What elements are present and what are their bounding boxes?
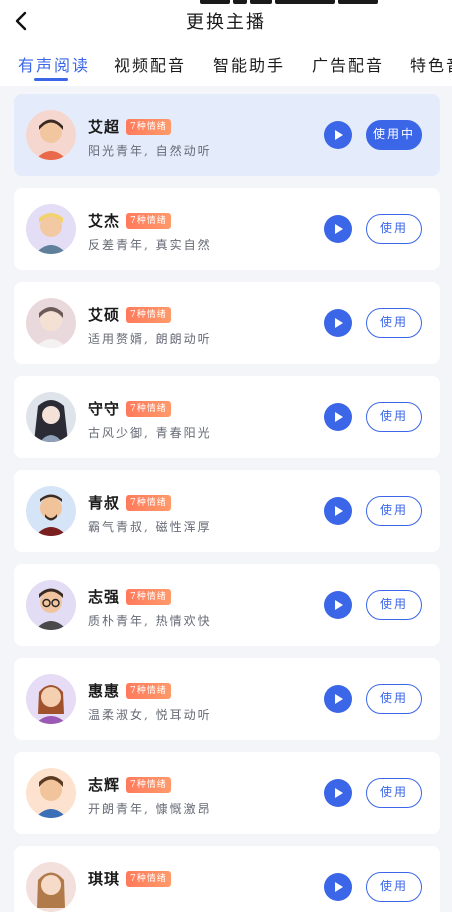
avatar xyxy=(26,486,76,536)
tab-video-dubbing[interactable]: 视频配音 xyxy=(114,52,186,76)
anchor-name: 艾超 xyxy=(88,118,121,136)
play-button[interactable] xyxy=(324,403,352,431)
play-icon xyxy=(335,130,343,140)
avatar xyxy=(26,298,76,348)
use-button[interactable]: 使用 xyxy=(366,590,422,620)
avatar xyxy=(26,204,76,254)
use-button[interactable]: 使用 xyxy=(366,684,422,714)
play-icon xyxy=(335,694,343,704)
anchor-card[interactable]: 志辉 7种情绪 开朗青年, 慷慨激昂 使用 xyxy=(14,752,440,834)
use-button[interactable]: 使用 xyxy=(366,778,422,808)
play-icon xyxy=(335,882,343,892)
emotion-badge: 7种情绪 xyxy=(126,213,171,229)
anchor-description: 开朗青年, 慷慨激昂 xyxy=(88,802,212,816)
anchor-name: 守守 xyxy=(88,400,121,418)
use-button[interactable]: 使用 xyxy=(366,496,422,526)
avatar xyxy=(26,768,76,818)
anchor-description: 古风少御, 青春阳光 xyxy=(88,426,212,440)
anchor-name: 青叔 xyxy=(88,494,121,512)
tab-smart-assistant[interactable]: 智能助手 xyxy=(213,52,285,76)
use-button[interactable]: 使用 xyxy=(366,214,422,244)
play-icon xyxy=(335,318,343,328)
tab-audiobook[interactable]: 有声阅读 xyxy=(18,52,90,76)
play-icon xyxy=(335,506,343,516)
play-button[interactable] xyxy=(324,779,352,807)
anchor-name: 琪琪 xyxy=(88,870,121,888)
anchor-description: 反差青年, 真实自然 xyxy=(88,238,212,252)
play-button[interactable] xyxy=(324,873,352,901)
play-button[interactable] xyxy=(324,121,352,149)
use-button[interactable]: 使用 xyxy=(366,872,422,902)
emotion-badge: 7种情绪 xyxy=(126,401,171,417)
play-icon xyxy=(335,412,343,422)
play-button[interactable] xyxy=(324,591,352,619)
anchor-description: 质朴青年, 热情欢快 xyxy=(88,614,212,628)
play-icon xyxy=(335,224,343,234)
avatar xyxy=(26,674,76,724)
anchor-card[interactable]: 艾超 7种情绪 阳光青年, 自然动听 使用中 xyxy=(14,94,440,176)
anchor-description: 阳光青年, 自然动听 xyxy=(88,144,212,158)
emotion-badge: 7种情绪 xyxy=(126,683,171,699)
anchor-card[interactable]: 守守 7种情绪 古风少御, 青春阳光 使用 xyxy=(14,376,440,458)
play-button[interactable] xyxy=(324,685,352,713)
play-button[interactable] xyxy=(324,497,352,525)
anchor-card[interactable]: 琪琪 7种情绪 使用 xyxy=(14,846,440,912)
play-button[interactable] xyxy=(324,215,352,243)
use-button[interactable]: 使用中 xyxy=(366,120,422,150)
page: 更换主播 有声阅读 视频配音 智能助手 广告配音 特色音 艾超 7种情绪 阳光青… xyxy=(0,0,452,912)
anchor-card[interactable]: 志强 7种情绪 质朴青年, 热情欢快 使用 xyxy=(14,564,440,646)
anchor-name: 艾硕 xyxy=(88,306,121,324)
emotion-badge: 7种情绪 xyxy=(126,589,171,605)
anchor-description: 适用赘婿, 朗朗动听 xyxy=(88,332,212,346)
anchor-card[interactable]: 艾硕 7种情绪 适用赘婿, 朗朗动听 使用 xyxy=(14,282,440,364)
anchor-card[interactable]: 惠惠 7种情绪 温柔淑女, 悦耳动听 使用 xyxy=(14,658,440,740)
emotion-badge: 7种情绪 xyxy=(126,119,171,135)
emotion-badge: 7种情绪 xyxy=(126,307,171,323)
avatar xyxy=(26,392,76,442)
play-icon xyxy=(335,600,343,610)
avatar xyxy=(26,580,76,630)
category-tabs: 有声阅读 视频配音 智能助手 广告配音 特色音 xyxy=(0,44,452,86)
status-bar-residue xyxy=(200,0,430,6)
emotion-badge: 7种情绪 xyxy=(126,777,171,793)
play-icon xyxy=(335,788,343,798)
use-button[interactable]: 使用 xyxy=(366,402,422,432)
anchor-name: 志辉 xyxy=(88,776,121,794)
anchor-description: 霸气青叔, 磁性浑厚 xyxy=(88,520,212,534)
avatar xyxy=(26,862,76,912)
emotion-badge: 7种情绪 xyxy=(126,871,171,887)
avatar xyxy=(26,110,76,160)
top-bar: 更换主播 xyxy=(0,0,452,44)
anchor-name: 志强 xyxy=(88,588,121,606)
page-title: 更换主播 xyxy=(186,12,266,33)
emotion-badge: 7种情绪 xyxy=(126,495,171,511)
anchor-name: 艾杰 xyxy=(88,212,121,230)
anchor-card[interactable]: 青叔 7种情绪 霸气青叔, 磁性浑厚 使用 xyxy=(14,470,440,552)
anchor-card[interactable]: 艾杰 7种情绪 反差青年, 真实自然 使用 xyxy=(14,188,440,270)
anchor-description: 温柔淑女, 悦耳动听 xyxy=(88,708,212,722)
tab-featured[interactable]: 特色音 xyxy=(410,52,452,76)
tab-ad-dubbing[interactable]: 广告配音 xyxy=(312,52,384,76)
active-tab-indicator xyxy=(34,78,68,81)
use-button[interactable]: 使用 xyxy=(366,308,422,338)
anchor-name: 惠惠 xyxy=(88,682,121,700)
play-button[interactable] xyxy=(324,309,352,337)
